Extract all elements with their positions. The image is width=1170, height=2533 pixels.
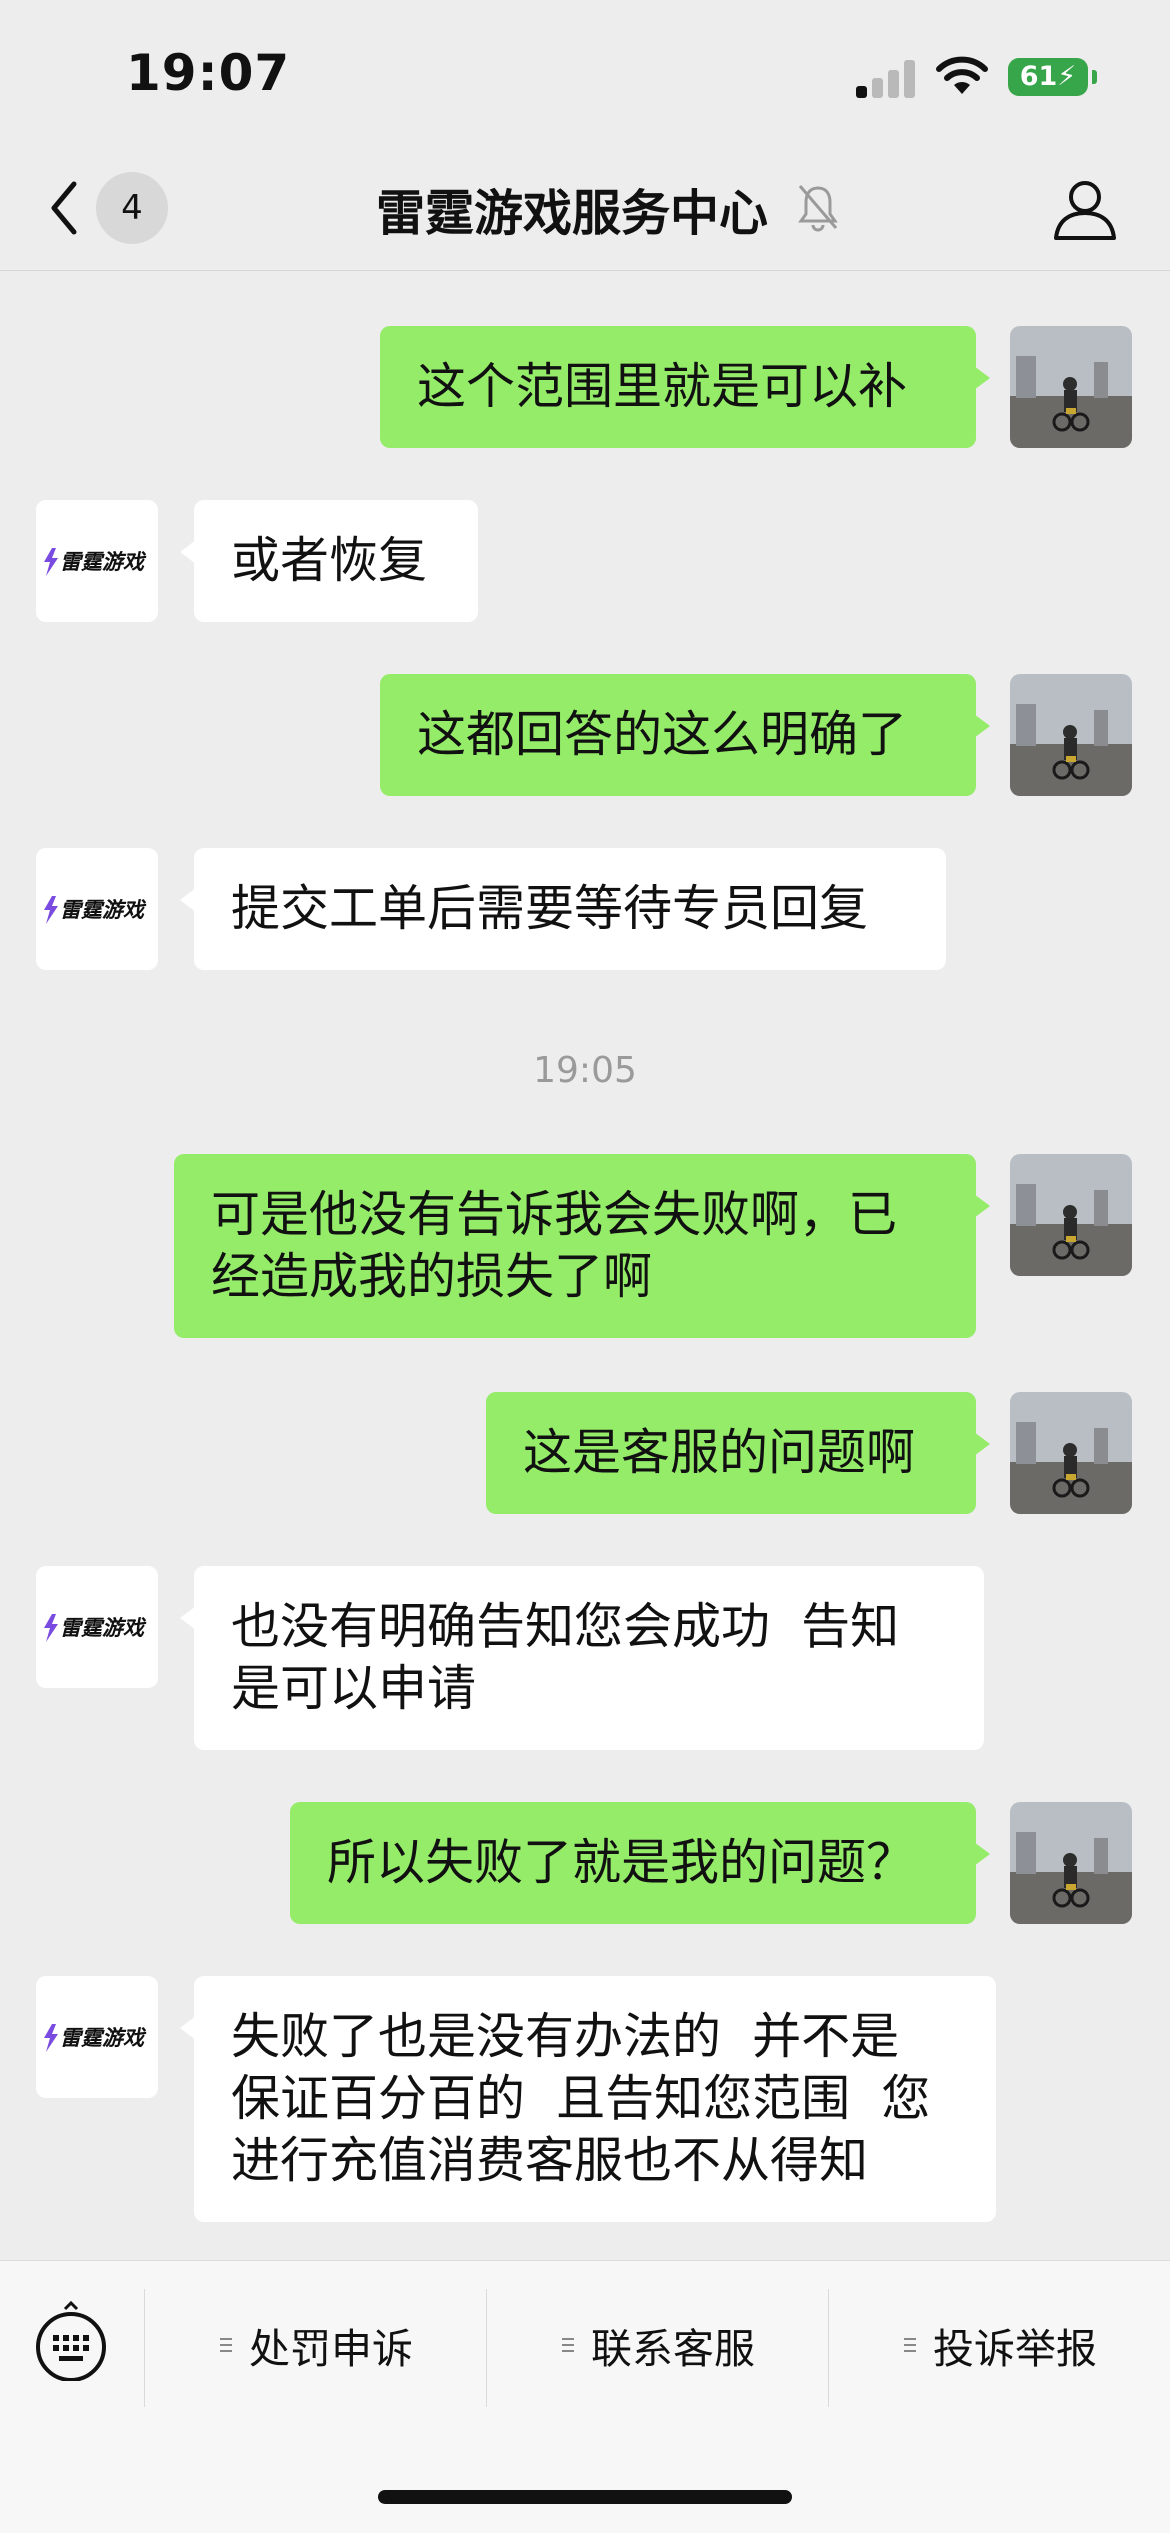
- signal-icon: [856, 58, 916, 98]
- menu-divider: [144, 2289, 145, 2407]
- service-logo: 雷霆游戏: [44, 2024, 147, 2052]
- service-logo: 雷霆游戏: [44, 1614, 147, 1642]
- avatar-service[interactable]: 雷霆游戏: [36, 848, 158, 970]
- menu-divider: [828, 2289, 829, 2407]
- wifi-icon: [936, 56, 988, 94]
- logo-text: 雷霆游戏: [60, 898, 147, 922]
- logo-text: 雷霆游戏: [60, 550, 147, 574]
- menu-divider: [486, 2289, 487, 2407]
- avatar-photo: [1010, 1802, 1132, 1924]
- logo-text: 雷霆游戏: [60, 2026, 147, 2050]
- avatar-user[interactable]: [1010, 1392, 1132, 1514]
- avatar-photo: [1010, 1392, 1132, 1514]
- menu-item-report[interactable]: 投诉举报: [830, 2285, 1170, 2405]
- battery-level: 61: [1019, 61, 1058, 92]
- message-bubble[interactable]: 这个范围里就是可以补: [380, 326, 990, 448]
- message-bubble[interactable]: 可是他没有告诉我会失败啊，已 经造成我的损失了啊: [174, 1154, 990, 1338]
- menu-lines-icon: [220, 2338, 232, 2352]
- message-bubble[interactable]: 提交工单后需要等待专员回复: [180, 848, 946, 970]
- message-bubble[interactable]: 或者恢复: [180, 500, 478, 622]
- avatar-user[interactable]: [1010, 674, 1132, 796]
- service-logo: 雷霆游戏: [44, 548, 147, 576]
- avatar-user[interactable]: [1010, 1154, 1132, 1276]
- status-bar: 19:07 61⚡: [0, 0, 1170, 150]
- avatar-photo: [1010, 674, 1132, 796]
- menu-lines-icon: [562, 2338, 574, 2352]
- avatar-photo: [1010, 326, 1132, 448]
- message-bubble[interactable]: 所以失败了就是我的问题？: [290, 1802, 990, 1924]
- battery-tip: [1092, 70, 1097, 84]
- unread-count-badge[interactable]: 4: [96, 172, 168, 244]
- menu-label: 联系客服: [591, 2325, 755, 2373]
- menu-item-contact[interactable]: 联系客服: [488, 2285, 828, 2405]
- service-logo: 雷霆游戏: [44, 896, 147, 924]
- menu-lines-icon: [904, 2338, 916, 2352]
- avatar-photo: [1010, 1154, 1132, 1276]
- avatar-user[interactable]: [1010, 326, 1132, 448]
- home-indicator: [378, 2490, 792, 2504]
- avatar-service[interactable]: 雷霆游戏: [36, 1976, 158, 2098]
- menu-label: 投诉举报: [933, 2325, 1097, 2373]
- chat-timestamp: 19:05: [533, 1050, 637, 1091]
- menu-label: 处罚申诉: [249, 2325, 413, 2373]
- chevron-left-icon[interactable]: [44, 178, 84, 238]
- message-bubble[interactable]: 这都回答的这么明确了: [380, 674, 990, 796]
- chat-title: 雷霆游戏服务中心: [376, 185, 769, 242]
- menu-item-appeal[interactable]: 处罚申诉: [146, 2285, 486, 2405]
- avatar-service[interactable]: 雷霆游戏: [36, 500, 158, 622]
- avatar-service[interactable]: 雷霆游戏: [36, 1566, 158, 1688]
- chat-header: 4 雷霆游戏服务中心: [0, 150, 1170, 271]
- message-bubble[interactable]: 这是客服的问题啊: [486, 1392, 990, 1514]
- person-icon[interactable]: [1052, 176, 1118, 242]
- message-bubble[interactable]: 也没有明确告知您会成功 告知 是可以申请: [180, 1566, 984, 1750]
- battery-icon: 61⚡: [1008, 58, 1088, 96]
- message-bubble[interactable]: 失败了也是没有办法的 并不是 保证百分百的 且告知您范围 您 进行充值消费客服也…: [180, 1976, 996, 2222]
- avatar-user[interactable]: [1010, 1802, 1132, 1924]
- keyboard-icon[interactable]: [34, 2301, 108, 2381]
- status-time: 19:07: [126, 44, 291, 102]
- bell-slash-icon: [798, 185, 838, 232]
- logo-text: 雷霆游戏: [60, 1616, 147, 1640]
